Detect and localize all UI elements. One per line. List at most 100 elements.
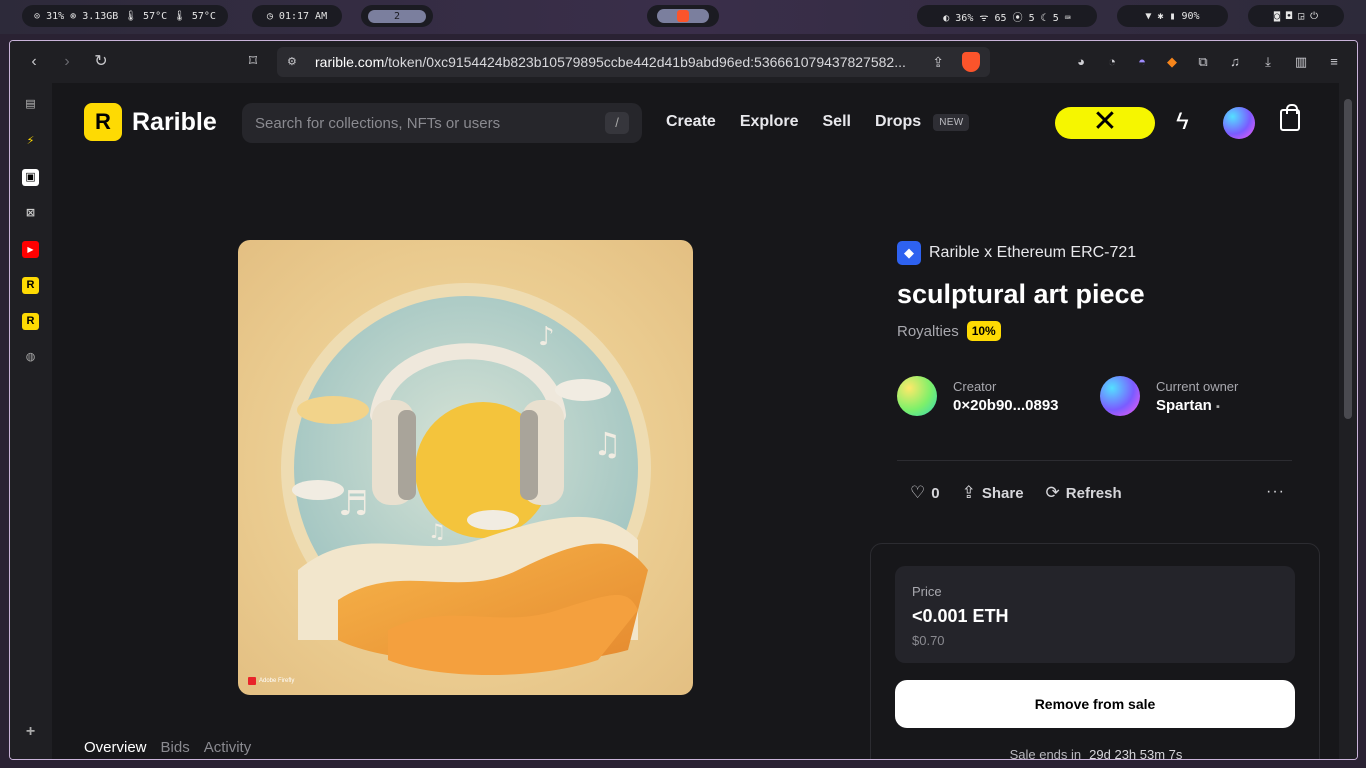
menu-icon[interactable]: ≡ <box>1325 53 1343 71</box>
like-count: 0 <box>931 485 940 502</box>
cart-icon[interactable] <box>1280 104 1300 131</box>
detail-tabs: Overview Bids Activity <box>84 739 251 756</box>
battery-pill: ▼ ✱ ▮ 90% <box>1117 5 1228 27</box>
collection-link[interactable]: ◆ Rarible x Ethereum ERC-721 <box>897 241 1136 265</box>
svg-text:♪: ♪ <box>538 322 555 352</box>
nav-sell[interactable]: Sell <box>823 113 851 131</box>
sidebar-youtube-icon[interactable]: ▶ <box>22 241 39 258</box>
extension-ghost-icon[interactable]: ◓ <box>1133 53 1151 71</box>
clock: 01:17 AM <box>278 10 328 22</box>
downloads-icon[interactable]: ⤓ <box>1259 53 1277 71</box>
bluetooth-icon: ✱ <box>1157 10 1164 22</box>
extension-glasses-icon[interactable]: ◕ <box>1072 53 1090 71</box>
logo-text: Rarible <box>132 107 217 136</box>
svg-text:♫: ♫ <box>428 519 446 543</box>
url-domain: rarible.com <box>315 54 385 70</box>
collection-name[interactable]: Rarible x Ethereum ERC-721 <box>929 244 1136 262</box>
scrollbar-thumb[interactable] <box>1344 99 1352 419</box>
brave-shields-icon[interactable] <box>962 52 980 72</box>
price-box: Price <0.001 ETH $0.70 <box>895 566 1295 663</box>
search-shortcut: / <box>605 112 629 134</box>
share-label: Share <box>981 485 1024 502</box>
rarible-logo[interactable]: R Rarible <box>84 103 217 141</box>
share-button[interactable]: ⇪ Share <box>962 483 1024 503</box>
sidebar-panel-icon[interactable]: ▤ <box>22 96 39 113</box>
tab-activity[interactable]: Activity <box>204 739 252 756</box>
tab-overview[interactable]: Overview <box>84 739 147 756</box>
brave-icon <box>657 9 709 23</box>
nav-explore[interactable]: Explore <box>740 113 799 131</box>
back-icon[interactable]: ‹ <box>24 52 44 72</box>
creator-block[interactable]: Creator 0×20b90...0893 <box>897 376 1059 416</box>
owner-name[interactable]: Spartan <box>1156 397 1212 414</box>
refresh-icon: ⟳ <box>1045 483 1060 502</box>
sidebar-rarible-icon[interactable]: R <box>22 277 39 294</box>
media-icon[interactable]: ♫ <box>1226 53 1244 71</box>
sidebar-bolt-icon[interactable]: ⚡ <box>22 133 39 150</box>
nft-artwork[interactable]: ♪ ♫ ♬ ♫ Adobe Firefly <box>238 240 693 695</box>
sidebar-rarible-icon-2[interactable]: R <box>22 313 39 330</box>
sidebar-grid-icon[interactable]: ⊠ <box>22 205 39 222</box>
adobe-firefly-watermark: Adobe Firefly <box>248 677 294 685</box>
sidebar-toggle-icon[interactable]: ▥ <box>1292 53 1310 71</box>
x-promo-button[interactable]: ✕ <box>1055 107 1155 139</box>
share-icon[interactable]: ⇪ <box>932 54 944 71</box>
svg-text:♬: ♬ <box>338 484 368 524</box>
clock-icon: ◷ <box>266 10 273 22</box>
adobe-icon <box>248 677 256 685</box>
message-icon[interactable]: ▪ <box>1216 401 1220 413</box>
extensions-puzzle-icon[interactable]: ⧉ <box>1194 53 1212 71</box>
sale-ends: Sale ends in 29d 23h 53m 7s <box>871 747 1321 760</box>
user-avatar[interactable] <box>1223 107 1255 139</box>
owner-label: Current owner <box>1156 378 1239 394</box>
more-options-icon[interactable]: ··· <box>1266 483 1285 501</box>
metamask-icon[interactable]: ◆ <box>1163 53 1181 71</box>
workspace-pill[interactable]: 2 <box>361 5 433 27</box>
reload-icon[interactable]: ↻ <box>91 52 111 72</box>
ethereum-icon: ◆ <box>897 241 921 265</box>
main-nav: Create Explore Sell Drops NEW <box>666 113 970 131</box>
address-bar[interactable]: ⚙ rarible.com/token/0xc9154424b823b10579… <box>277 47 990 77</box>
page-scrollbar[interactable] <box>1339 83 1357 759</box>
svg-text:♫: ♫ <box>593 425 622 463</box>
browser-sidebar: ▤ ⚡ ▣ ⊠ ▶ R R ◍ + <box>10 83 52 759</box>
owner-avatar[interactable] <box>1100 376 1140 416</box>
remove-from-sale-button[interactable]: Remove from sale <box>895 680 1295 728</box>
owner-name-row[interactable]: Spartan ▪ <box>1156 397 1238 414</box>
sidebar-globe-icon[interactable]: ◍ <box>22 349 39 366</box>
system-status: ◐ 36% ᯤ 65 ⦿ 5 ☾ 5 ⌨ <box>943 12 1071 24</box>
sidebar-app-icon[interactable]: ▣ <box>22 169 39 186</box>
nav-create[interactable]: Create <box>666 113 716 131</box>
system-status-pill: ◐ 36% ᯤ 65 ⦿ 5 ☾ 5 ⌨ <box>917 5 1097 27</box>
refresh-button[interactable]: ⟳ Refresh <box>1046 483 1122 503</box>
sale-ends-label: Sale ends in <box>1009 747 1082 760</box>
divider <box>897 460 1292 461</box>
refresh-label: Refresh <box>1065 485 1122 502</box>
tab-bids[interactable]: Bids <box>161 739 190 756</box>
site-settings-icon[interactable]: ⚙ <box>287 55 301 69</box>
sidebar-add-icon[interactable]: + <box>22 723 39 740</box>
like-button[interactable]: ♡ 0 <box>910 483 940 503</box>
creator-address[interactable]: 0×20b90...0893 <box>953 397 1059 414</box>
creator-avatar[interactable] <box>897 376 937 416</box>
watermark-text: Adobe Firefly <box>259 678 295 684</box>
url-text[interactable]: rarible.com/token/0xc9154424b823b1057989… <box>315 54 915 70</box>
wifi-icon: ▼ <box>1145 10 1152 22</box>
forward-icon[interactable]: › <box>57 52 77 72</box>
search-placeholder: Search for collections, NFTs or users <box>255 114 501 132</box>
search-input[interactable]: Search for collections, NFTs or users / <box>242 103 642 143</box>
extension-gauge-icon[interactable]: ◔ <box>1103 53 1121 71</box>
bolt-icon[interactable]: ϟ <box>1176 108 1189 136</box>
logo-mark: R <box>84 103 122 141</box>
owner-block[interactable]: Current owner Spartan ▪ <box>1100 376 1238 416</box>
tray-icons[interactable]: ◙ ◘ ◲ ⏻ <box>1274 11 1318 22</box>
nav-drops[interactable]: Drops <box>875 113 921 131</box>
system-stats-pill: ⊙ 31% ⊚ 3.13GB 🌡 57°C 🌡 57°C <box>22 5 228 27</box>
power-pill[interactable]: ◙ ◘ ◲ ⏻ <box>1248 5 1344 27</box>
workspace-number[interactable]: 2 <box>367 9 427 23</box>
url-path: /token/0xc9154424b823b10579895ccbe442d41… <box>384 54 906 70</box>
artwork-illustration: ♪ ♫ ♬ ♫ <box>281 283 651 675</box>
bookmark-icon[interactable]: ⌑ <box>243 52 263 72</box>
nft-title: sculptural art piece <box>897 279 1145 309</box>
battery-level: 90% <box>1181 10 1200 22</box>
